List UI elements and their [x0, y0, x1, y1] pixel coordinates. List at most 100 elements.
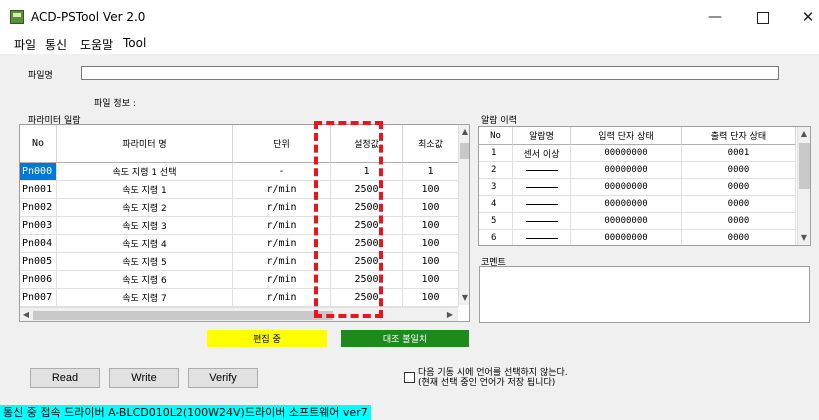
menu-communication[interactable]: 통신: [45, 36, 67, 53]
menu-tool[interactable]: Tool: [123, 36, 146, 50]
table-row[interactable]: 3 00000000 0000: [479, 179, 796, 196]
cell-no[interactable]: Pn005: [20, 253, 57, 271]
col-header-no[interactable]: No: [479, 127, 513, 145]
col-header-no[interactable]: No: [20, 125, 57, 163]
alarm-history-table[interactable]: No 알람명 입력 단자 상태 출력 단자 상태 1 센서 이상 0000000…: [478, 126, 811, 246]
cell-output-state[interactable]: 0001: [682, 145, 796, 162]
cell-alarm-name[interactable]: 센서 이상: [513, 145, 571, 162]
cell-no[interactable]: Pn007: [20, 289, 57, 307]
cell-param-name[interactable]: 속도 지령 6: [57, 271, 233, 289]
menu-help[interactable]: 도움말: [80, 36, 113, 53]
cell-alarm-name[interactable]: [513, 230, 571, 245]
cell-output-state[interactable]: 0000: [682, 196, 796, 213]
table-row[interactable]: Pn000 속도 지령 1 선택 - 1 1: [20, 163, 459, 181]
alarm-vertical-scrollbar[interactable]: ▲ ▼: [797, 127, 810, 245]
filename-field[interactable]: [81, 66, 779, 80]
cell-input-state[interactable]: 00000000: [571, 230, 682, 245]
cell-param-name[interactable]: 속도 지령 3: [57, 217, 233, 235]
cell-no[interactable]: Pn003: [20, 217, 57, 235]
table-row[interactable]: Pn006 속도 지령 6 r/min 2500 100: [20, 271, 459, 289]
minimize-button[interactable]: —: [700, 6, 730, 28]
cell-min[interactable]: 100: [403, 181, 459, 199]
scroll-up-icon[interactable]: ▲: [798, 129, 810, 138]
cell-output-state[interactable]: 0000: [682, 213, 796, 230]
table-row[interactable]: Pn005 속도 지령 5 r/min 2500 100: [20, 253, 459, 271]
table-row[interactable]: Pn003 속도 지령 3 r/min 2500 100: [20, 217, 459, 235]
cell-no[interactable]: 6: [479, 230, 513, 245]
cell-min[interactable]: 100: [403, 217, 459, 235]
cell-param-name[interactable]: 속도 지령 7: [57, 289, 233, 307]
scroll-up-icon[interactable]: ▲: [459, 127, 469, 136]
menu-file[interactable]: 파일: [14, 36, 36, 53]
cell-no[interactable]: 4: [479, 196, 513, 213]
cell-param-name[interactable]: 속도 지령 1 선택: [57, 163, 233, 181]
scroll-down-icon[interactable]: ▼: [459, 293, 469, 302]
cell-no[interactable]: 2: [479, 162, 513, 179]
cell-no[interactable]: Pn004: [20, 235, 57, 253]
scroll-thumb[interactable]: [799, 143, 810, 189]
cell-param-name[interactable]: 속도 지령 1: [57, 181, 233, 199]
cell-min[interactable]: 100: [403, 235, 459, 253]
col-header-min[interactable]: 최소값: [403, 125, 459, 163]
table-row[interactable]: 5 00000000 0000: [479, 213, 796, 230]
cell-param-name[interactable]: 속도 지령 5: [57, 253, 233, 271]
cell-min[interactable]: 100: [403, 199, 459, 217]
cell-no[interactable]: Pn001: [20, 181, 57, 199]
table-row[interactable]: Pn007 속도 지령 7 r/min 2500 100: [20, 289, 459, 307]
cell-no[interactable]: 5: [479, 213, 513, 230]
cell-no[interactable]: Pn006: [20, 271, 57, 289]
editing-status-indicator: 편집 중: [207, 330, 327, 347]
cell-min[interactable]: 1: [403, 163, 459, 181]
scroll-left-icon[interactable]: ◀: [20, 310, 32, 319]
cell-alarm-name[interactable]: [513, 213, 571, 230]
cell-min[interactable]: 100: [403, 253, 459, 271]
cell-no[interactable]: 1: [479, 145, 513, 162]
cell-alarm-name[interactable]: [513, 196, 571, 213]
scroll-thumb[interactable]: [460, 143, 469, 159]
scroll-right-icon[interactable]: ▶: [444, 310, 456, 319]
table-row[interactable]: 4 00000000 0000: [479, 196, 796, 213]
cell-input-state[interactable]: 00000000: [571, 179, 682, 196]
cell-alarm-name[interactable]: [513, 179, 571, 196]
col-header-param-name[interactable]: 파라미터 명: [57, 125, 233, 163]
cell-input-state[interactable]: 00000000: [571, 162, 682, 179]
close-button[interactable]: ✕: [793, 6, 819, 28]
scroll-down-icon[interactable]: ▼: [798, 233, 810, 242]
connection-status-bar: 통신 중 접속 드라이버 A-BLCD010L2(100W24V)드라이버 소프…: [0, 405, 371, 420]
table-row[interactable]: Pn001 속도 지령 1 r/min 2500 100: [20, 181, 459, 199]
write-button[interactable]: Write: [109, 368, 179, 388]
read-button[interactable]: Read: [30, 368, 100, 388]
cell-param-name[interactable]: 속도 지령 4: [57, 235, 233, 253]
setting-column-highlight: [314, 121, 383, 318]
parameter-vertical-scrollbar[interactable]: ▲ ▼: [458, 125, 469, 305]
cell-no[interactable]: Pn002: [20, 199, 57, 217]
col-header-alarm-name[interactable]: 알람명: [513, 127, 571, 145]
table-row[interactable]: 2 00000000 0000: [479, 162, 796, 179]
maximize-button[interactable]: [747, 6, 777, 28]
cell-output-state[interactable]: 0000: [682, 179, 796, 196]
parameter-table[interactable]: No 파라미터 명 단위 설정값 최소값 Pn000 속도 지령 1 선택 - …: [19, 124, 470, 322]
filename-label: 파일명: [28, 71, 53, 81]
skip-language-checkbox[interactable]: [404, 372, 415, 383]
comment-field[interactable]: [479, 266, 810, 323]
cell-no[interactable]: Pn000: [20, 163, 57, 181]
verify-button[interactable]: Verify: [188, 368, 258, 388]
table-row[interactable]: Pn004 속도 지령 4 r/min 2500 100: [20, 235, 459, 253]
cell-param-name[interactable]: 속도 지령 2: [57, 199, 233, 217]
cell-output-state[interactable]: 0000: [682, 230, 796, 245]
table-row[interactable]: 1 센서 이상 00000000 0001: [479, 145, 796, 162]
cell-output-state[interactable]: 0000: [682, 162, 796, 179]
cell-alarm-name[interactable]: [513, 162, 571, 179]
table-row[interactable]: Pn002 속도 지령 2 r/min 2500 100: [20, 199, 459, 217]
cell-input-state[interactable]: 00000000: [571, 213, 682, 230]
cell-input-state[interactable]: 00000000: [571, 196, 682, 213]
cell-input-state[interactable]: 00000000: [571, 145, 682, 162]
cell-min[interactable]: 100: [403, 271, 459, 289]
parameter-horizontal-scrollbar[interactable]: ◀ ▶: [20, 307, 458, 321]
col-header-output-state[interactable]: 출력 단자 상태: [682, 127, 796, 145]
scroll-thumb[interactable]: [33, 311, 333, 320]
cell-no[interactable]: 3: [479, 179, 513, 196]
cell-min[interactable]: 100: [403, 289, 459, 307]
table-row[interactable]: 6 00000000 0000: [479, 230, 796, 245]
col-header-input-state[interactable]: 입력 단자 상태: [571, 127, 682, 145]
